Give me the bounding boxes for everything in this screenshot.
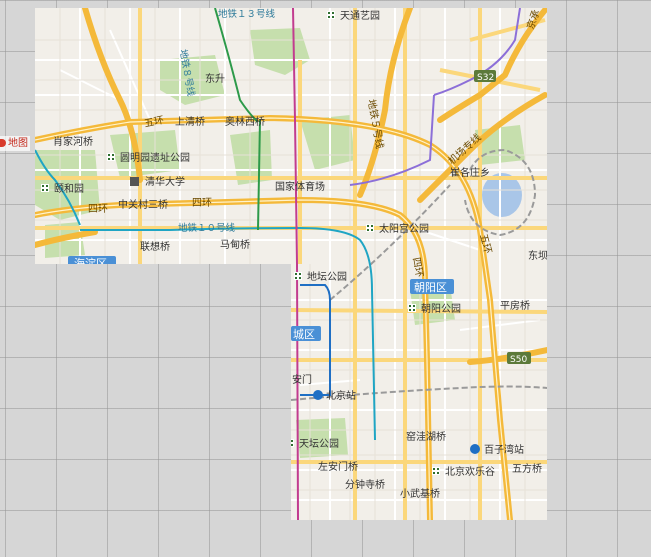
place-label: 分钟寺桥 [345, 478, 385, 491]
subway-label: 地铁１３号线 [218, 8, 276, 20]
place-label: 颐和园 [54, 183, 84, 195]
place-label: 地坛公园 [307, 270, 347, 283]
district-label: 城区 [293, 328, 315, 341]
district-label: 朝阳区 [414, 281, 447, 294]
place-label: 东坝 [528, 249, 548, 262]
place-label: 左安门桥 [318, 460, 358, 473]
place-label: 天通艺园 [340, 10, 380, 22]
place-label: 小武基桥 [400, 487, 440, 500]
place-label: 天坛公园 [299, 438, 339, 450]
highway-label: S32 [477, 73, 494, 83]
place-label: 崔各庄乡 [450, 166, 490, 179]
place-label: 五方桥 [512, 462, 542, 475]
place-label: 国家体育场 [275, 180, 325, 193]
place-label: 联想桥 [140, 240, 170, 253]
place-label: 安门 [292, 373, 312, 386]
place-label: 平房桥 [500, 299, 530, 312]
map-tiles: 天通艺园 地铁１３号线 京承 东升 地铁８号线 地铁５号线 S32 五环 上清桥… [35, 8, 548, 520]
subway-label: 地铁１０号线 [178, 222, 236, 234]
station-icon [313, 390, 323, 400]
place-label: 中关村三桥 [118, 198, 168, 211]
map-canvas[interactable]: 天通艺园 地铁１３号线 京承 东升 地铁８号线 地铁５号线 S32 五环 上清桥… [0, 0, 651, 557]
place-label: 朝阳公园 [421, 303, 461, 315]
place-label: 马甸桥 [220, 238, 250, 251]
highway-label: S50 [510, 355, 527, 365]
road-label: 四环 [192, 198, 212, 209]
place-label: 上清桥 [175, 115, 205, 128]
place-label: 北京欢乐谷 [445, 465, 495, 478]
place-label: 太阳宫公园 [379, 222, 429, 235]
place-label: 肖家河桥 [53, 135, 93, 148]
place-label: 清华大学 [145, 175, 185, 188]
station-icon [470, 444, 480, 454]
place-label: 北京站 [326, 389, 356, 402]
place-label: 奥林西桥 [225, 115, 265, 128]
district-label: 海淀区 [74, 256, 107, 270]
place-label: 圆明园遗址公园 [120, 151, 190, 164]
place-label: 窑洼湖桥 [406, 430, 446, 443]
school-icon [130, 177, 139, 186]
place-label: 百子湾站 [484, 443, 524, 456]
road-label: 四环 [88, 204, 108, 215]
place-label: 东升 [205, 72, 225, 85]
